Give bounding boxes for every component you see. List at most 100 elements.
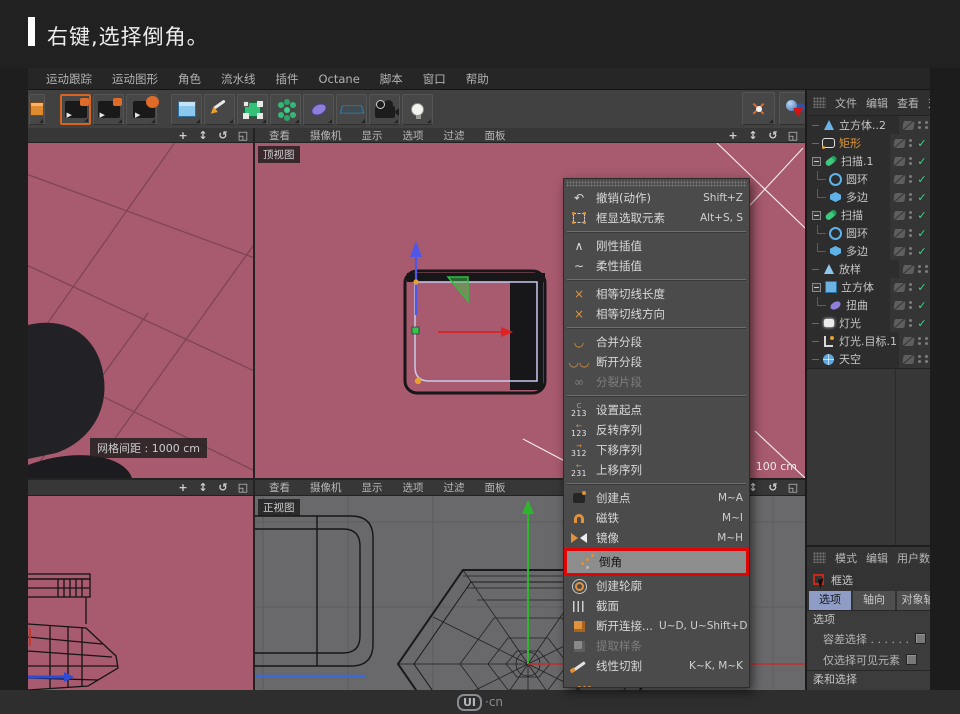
rotate-icon[interactable]: ↺ [767, 481, 779, 494]
menubar-item-7[interactable]: 窗口 [413, 69, 456, 89]
enabled-check-icon[interactable]: ✓ [916, 173, 928, 186]
visibility-toggle-icon[interactable] [902, 337, 914, 346]
checkbox[interactable] [906, 654, 917, 665]
menubar-item-5[interactable]: Octane [309, 70, 370, 88]
attribute-menu-item-0[interactable]: 模式 [835, 550, 857, 566]
object-row-4[interactable]: 多边✓ [807, 188, 930, 206]
viewport-menu-item-3[interactable]: 选项 [395, 127, 432, 144]
object-row-6[interactable]: 圆环✓ [807, 224, 930, 242]
object-row-9[interactable]: 立方体✓ [807, 278, 930, 296]
context-menu-item-partial[interactable] [564, 676, 749, 688]
pan-icon[interactable]: + [177, 481, 189, 494]
visibility-dots-icon[interactable] [909, 301, 912, 309]
context-menu-item-10[interactable]: ◡合并分段 [564, 332, 749, 352]
rotate-icon[interactable]: ↺ [217, 129, 229, 142]
object-row-5[interactable]: 扫描✓ [807, 206, 930, 224]
enabled-check-icon[interactable]: ✓ [916, 191, 928, 204]
expander-icon[interactable] [812, 157, 821, 166]
visibility-toggle-icon[interactable] [893, 283, 905, 292]
checkbox[interactable] [915, 633, 926, 644]
context-menu-item-5[interactable]: ∼柔性插值 [564, 256, 749, 276]
context-menu-item-24[interactable]: 截面 [564, 596, 749, 616]
visibility-toggle-icon[interactable] [902, 265, 914, 274]
expander-icon[interactable] [812, 211, 821, 220]
section-header-0[interactable]: 选项 [807, 610, 930, 628]
context-menu-item-20[interactable]: 磁铁M~I [564, 508, 749, 528]
menubar-item-3[interactable]: 流水线 [211, 69, 266, 89]
visibility-toggle-icon[interactable] [893, 229, 905, 238]
menu-grip-icon[interactable] [566, 180, 747, 187]
visibility-toggle-icon[interactable] [902, 121, 914, 130]
object-row-0[interactable]: 立方体..2 [807, 116, 930, 134]
object-manager-menu-item-1[interactable]: 编辑 [866, 95, 888, 111]
enabled-check-icon[interactable]: ✓ [916, 137, 928, 150]
maximize-icon[interactable]: ◱ [237, 481, 249, 494]
visibility-toggle-icon[interactable] [893, 247, 905, 256]
toolbar-button-subdivision-surface[interactable] [237, 94, 268, 125]
menubar-item-4[interactable]: 插件 [266, 69, 309, 89]
toolbar-button-floor[interactable] [336, 94, 367, 125]
dolly-icon[interactable]: ↕ [197, 129, 209, 142]
toolbar-button-primitive-cube[interactable] [171, 94, 202, 125]
viewport-vertical-divider[interactable] [253, 128, 255, 690]
enabled-dots-icon[interactable] [925, 355, 928, 363]
pan-icon[interactable]: + [727, 129, 739, 142]
visibility-dots-icon[interactable] [918, 265, 921, 273]
context-menu-item-8[interactable]: ×相等切线方向 [564, 304, 749, 324]
context-menu-item-17[interactable]: ←231上移序列 [564, 460, 749, 480]
visibility-toggle-icon[interactable] [893, 157, 905, 166]
enabled-dots-icon[interactable] [925, 265, 928, 273]
object-row-2[interactable]: 扫描.1✓ [807, 152, 930, 170]
object-row-13[interactable]: 天空 [807, 350, 930, 368]
tab-对象轴[interactable]: 对象轴 [897, 591, 930, 610]
visibility-toggle-icon[interactable] [893, 319, 905, 328]
visibility-dots-icon[interactable] [909, 229, 912, 237]
menubar-item-1[interactable]: 运动图形 [102, 69, 168, 89]
viewport-menu-item-5[interactable]: 面板 [477, 479, 514, 496]
enabled-dots-icon[interactable] [925, 121, 928, 129]
section-header-1[interactable]: 柔和选择 [807, 670, 930, 688]
viewport-menu-item-4[interactable]: 过滤 [436, 479, 473, 496]
visibility-dots-icon[interactable] [918, 337, 921, 345]
object-row-8[interactable]: 放样 [807, 260, 930, 278]
menubar-item-2[interactable]: 角色 [168, 69, 211, 89]
context-menu-item-23[interactable]: 创建轮廓 [564, 576, 749, 596]
object-row-12[interactable]: 灯光.目标.1 [807, 332, 930, 350]
maximize-icon[interactable]: ◱ [237, 129, 249, 142]
toolbar-button-deformer[interactable] [303, 94, 334, 125]
enabled-check-icon[interactable]: ✓ [916, 245, 928, 258]
visibility-dots-icon[interactable] [909, 247, 912, 255]
visibility-dots-icon[interactable] [918, 355, 921, 363]
visibility-dots-icon[interactable] [909, 157, 912, 165]
toolbar-button-spline-pen[interactable] [204, 94, 235, 125]
viewport-menu-item-0[interactable]: 查看 [261, 127, 298, 144]
object-row-11[interactable]: 灯光✓ [807, 314, 930, 332]
context-menu-item-15[interactable]: ←123反转序列 [564, 420, 749, 440]
visibility-dots-icon[interactable] [909, 193, 912, 201]
attribute-menu-item-1[interactable]: 编辑 [866, 550, 888, 566]
visibility-toggle-icon[interactable] [902, 355, 914, 364]
visibility-toggle-icon[interactable] [893, 175, 905, 184]
toolbar-button-motion-clapper[interactable] [60, 94, 91, 125]
dolly-icon[interactable]: ↕ [747, 129, 759, 142]
viewport-menu-item-3[interactable]: 选项 [395, 479, 432, 496]
object-row-3[interactable]: 圆环✓ [807, 170, 930, 188]
visibility-dots-icon[interactable] [909, 175, 912, 183]
rotate-icon[interactable]: ↺ [767, 129, 779, 142]
left-viewport[interactable] [28, 496, 255, 690]
menubar-item-8[interactable]: 帮助 [456, 69, 499, 89]
object-row-10[interactable]: 扭曲✓ [807, 296, 930, 314]
context-menu-item-21[interactable]: 镜像M~H [564, 528, 749, 548]
viewport-menu-item-5[interactable]: 面板 [477, 127, 514, 144]
visibility-toggle-icon[interactable] [893, 211, 905, 220]
panel-grip-icon[interactable] [813, 97, 826, 108]
enabled-check-icon[interactable]: ✓ [916, 299, 928, 312]
viewport-menu-item-1[interactable]: 摄像机 [302, 479, 350, 496]
enabled-check-icon[interactable]: ✓ [916, 155, 928, 168]
tab-轴向[interactable]: 轴向 [853, 591, 895, 610]
enabled-dots-icon[interactable] [925, 337, 928, 345]
toolbar-button-array[interactable] [270, 94, 301, 125]
viewport-menu-item-4[interactable]: 过滤 [436, 127, 473, 144]
enabled-check-icon[interactable]: ✓ [916, 209, 928, 222]
context-menu-item-11[interactable]: ◡◡断开分段 [564, 352, 749, 372]
